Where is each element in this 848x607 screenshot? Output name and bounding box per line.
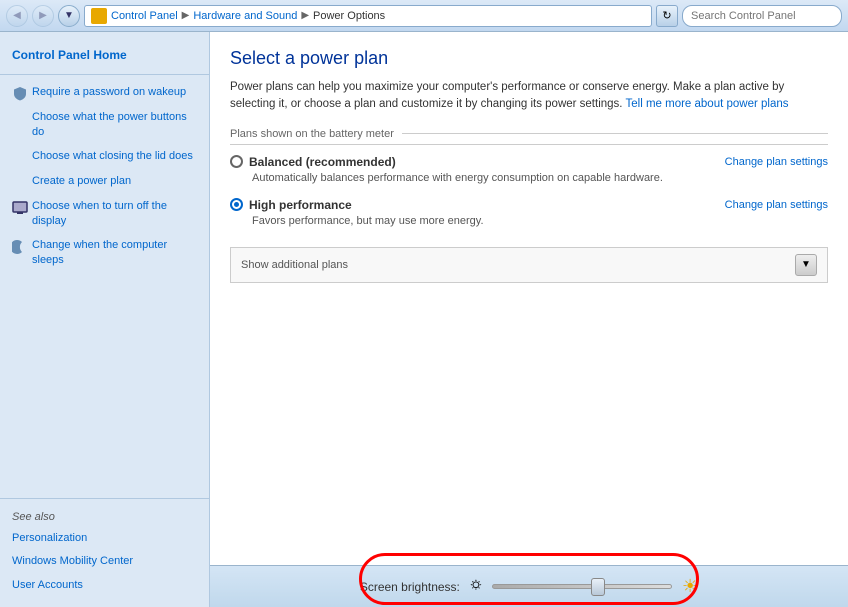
plan-row-high-performance: High performance Change plan settings	[230, 198, 828, 212]
refresh-button[interactable]: ↻	[656, 5, 678, 27]
back-icon: ◀	[13, 10, 21, 21]
sidebar-item-power-buttons-label: Choose what the power buttons do	[32, 110, 197, 141]
sidebar-item-user-accounts-label: User Accounts	[12, 578, 83, 593]
plan-name-balanced: Balanced (recommended)	[249, 155, 396, 169]
chevron-down-icon: ▼	[801, 259, 811, 270]
refresh-icon: ↻	[662, 9, 671, 22]
sidebar-item-require-password-label: Require a password on wakeup	[32, 85, 186, 100]
sidebar-item-display-label: Choose when to turn off the display	[32, 199, 197, 230]
breadcrumb-arrow-1: ▶	[182, 10, 190, 21]
sidebar-item-create-plan-label: Create a power plan	[32, 174, 131, 189]
sidebar-item-computer-sleeps[interactable]: Change when the computer sleeps	[0, 234, 209, 273]
sidebar-item-personalization[interactable]: Personalization	[0, 527, 209, 550]
radio-balanced[interactable]	[230, 155, 243, 168]
sidebar-spacer	[0, 272, 209, 491]
radio-high-performance[interactable]	[230, 198, 243, 211]
sidebar-item-mobility-center[interactable]: Windows Mobility Center	[0, 550, 209, 573]
sidebar-item-sleeps-label: Change when the computer sleeps	[32, 238, 197, 269]
page-title: Select a power plan	[230, 48, 828, 69]
intro-text: Power plans can help you maximize your c…	[230, 79, 828, 114]
back-button[interactable]: ◀	[6, 5, 28, 27]
brightness-slider-thumb[interactable]	[591, 578, 605, 596]
plan-item-balanced: Balanced (recommended) Change plan setti…	[230, 155, 828, 184]
sidebar-item-turn-off-display[interactable]: Choose when to turn off the display	[0, 195, 209, 234]
breadcrumb-arrow-2: ▶	[301, 10, 309, 21]
breadcrumb-hardware[interactable]: Hardware and Sound	[193, 10, 297, 22]
brightness-bar: Screen brightness: 🌣 ☀	[210, 565, 848, 607]
history-icon: ▼	[64, 10, 74, 21]
sun-small-icon: 🌣	[470, 575, 482, 599]
address-bar-container: ◀ ▶ ▼ Control Panel ▶ Hardware and Sound…	[0, 0, 848, 32]
sidebar-home-link[interactable]: Control Panel Home	[0, 42, 209, 68]
sidebar-item-closing-lid[interactable]: Choose what closing the lid does	[0, 145, 209, 170]
plan-name-high-performance: High performance	[249, 198, 352, 212]
sidebar-item-user-accounts[interactable]: User Accounts	[0, 574, 209, 597]
plan-row-balanced: Balanced (recommended) Change plan setti…	[230, 155, 828, 169]
sidebar-item-power-buttons[interactable]: Choose what the power buttons do	[0, 106, 209, 145]
sidebar-divider-2	[0, 498, 209, 499]
forward-icon: ▶	[39, 10, 47, 21]
search-input[interactable]	[682, 5, 842, 27]
plans-section-label: Plans shown on the battery meter	[230, 128, 828, 145]
shield-icon	[12, 86, 28, 102]
brightness-slider-track[interactable]	[492, 584, 672, 589]
plan-item-high-performance: High performance Change plan settings Fa…	[230, 198, 828, 227]
show-additional-chevron-button[interactable]: ▼	[795, 254, 817, 276]
lid-icon	[12, 150, 28, 166]
breadcrumb-control-panel[interactable]: Control Panel	[111, 10, 178, 22]
see-also-label: See also	[0, 505, 209, 527]
sun-large-icon: ☀	[682, 576, 698, 597]
forward-button[interactable]: ▶	[32, 5, 54, 27]
sidebar-item-closing-lid-label: Choose what closing the lid does	[32, 149, 193, 164]
sidebar-item-personalization-label: Personalization	[12, 531, 87, 546]
change-plan-settings-high[interactable]: Change plan settings	[725, 199, 828, 211]
main-container: Control Panel Home Require a password on…	[0, 32, 848, 607]
moon-icon	[12, 239, 28, 255]
history-button[interactable]: ▼	[58, 5, 80, 27]
plan-desc-high-performance: Favors performance, but may use more ene…	[230, 215, 828, 227]
sidebar: Control Panel Home Require a password on…	[0, 32, 210, 607]
content-area: Select a power plan Power plans can help…	[210, 32, 848, 607]
sidebar-item-require-password[interactable]: Require a password on wakeup	[0, 81, 209, 106]
plan-name-row-balanced: Balanced (recommended)	[230, 155, 396, 169]
plan-name-row-high: High performance	[230, 198, 352, 212]
sidebar-item-create-plan[interactable]: Create a power plan	[0, 170, 209, 195]
sidebar-item-mobility-center-label: Windows Mobility Center	[12, 554, 133, 569]
breadcrumb-current: Power Options	[313, 10, 385, 22]
power-icon	[12, 111, 28, 127]
address-bar: Control Panel ▶ Hardware and Sound ▶ Pow…	[84, 5, 652, 27]
show-additional-plans-row[interactable]: Show additional plans ▼	[230, 247, 828, 283]
create-icon	[12, 175, 28, 191]
tell-me-more-link[interactable]: Tell me more about power plans	[626, 98, 789, 110]
monitor-icon	[12, 200, 28, 216]
change-plan-settings-balanced[interactable]: Change plan settings	[725, 156, 828, 168]
show-additional-plans-label: Show additional plans	[241, 259, 795, 271]
brightness-label: Screen brightness:	[360, 580, 460, 594]
folder-icon	[91, 8, 107, 24]
plan-desc-balanced: Automatically balances performance with …	[230, 172, 828, 184]
sidebar-divider-1	[0, 74, 209, 75]
